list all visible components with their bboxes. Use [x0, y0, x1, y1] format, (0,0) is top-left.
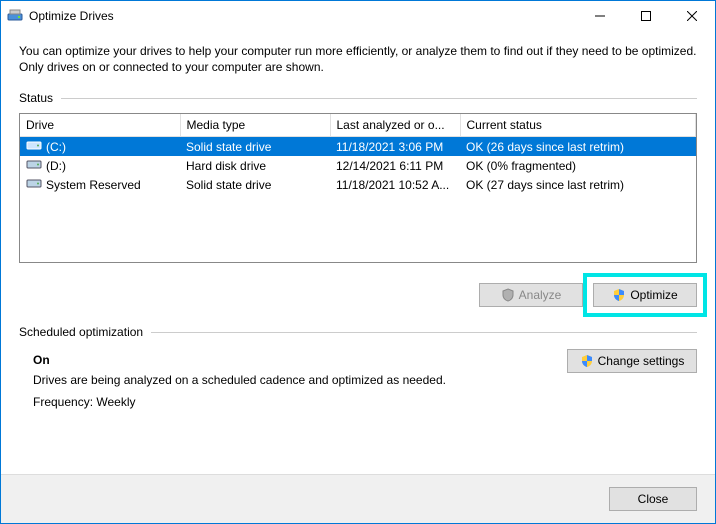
drive-status: OK (27 days since last retrim): [460, 175, 696, 194]
drive-last: 11/18/2021 10:52 A...: [330, 175, 460, 194]
action-buttons: Analyze Optimize: [19, 283, 697, 307]
shield-icon: [612, 288, 626, 302]
close-label: Close: [638, 492, 669, 506]
window-title: Optimize Drives: [29, 9, 577, 23]
drive-icon: [26, 158, 42, 173]
schedule-label: Scheduled optimization: [19, 325, 143, 339]
table-row[interactable]: (D:) Hard disk drive12/14/2021 6:11 PMOK …: [20, 156, 696, 175]
col-last[interactable]: Last analyzed or o...: [330, 114, 460, 137]
table-header-row: Drive Media type Last analyzed or o... C…: [20, 114, 696, 137]
status-section-label: Status: [19, 91, 697, 105]
shield-icon: [501, 288, 515, 302]
divider: [61, 98, 697, 99]
change-settings-label: Change settings: [598, 354, 685, 368]
optimize-drives-window: Optimize Drives You can optimize your dr…: [0, 0, 716, 524]
drive-last: 12/14/2021 6:11 PM: [330, 156, 460, 175]
drive-name: (D:): [46, 159, 66, 173]
schedule-body: Change settings On Drives are being anal…: [19, 353, 697, 409]
content-area: You can optimize your drives to help you…: [1, 31, 715, 474]
status-label: Status: [19, 91, 53, 105]
col-drive[interactable]: Drive: [20, 114, 180, 137]
drive-icon: [26, 139, 42, 154]
close-dialog-button[interactable]: Close: [609, 487, 697, 511]
drive-status: OK (26 days since last retrim): [460, 137, 696, 157]
divider: [151, 332, 697, 333]
maximize-button[interactable]: [623, 1, 669, 31]
col-status[interactable]: Current status: [460, 114, 696, 137]
bottom-bar: Close: [1, 474, 715, 523]
intro-text: You can optimize your drives to help you…: [19, 43, 697, 75]
app-icon: [7, 8, 23, 24]
window-controls: [577, 1, 715, 31]
drive-status: OK (0% fragmented): [460, 156, 696, 175]
drive-media: Hard disk drive: [180, 156, 330, 175]
analyze-label: Analyze: [519, 288, 562, 302]
drives-table[interactable]: Drive Media type Last analyzed or o... C…: [19, 113, 697, 263]
col-media[interactable]: Media type: [180, 114, 330, 137]
close-button[interactable]: [669, 1, 715, 31]
schedule-freq: Frequency: Weekly: [33, 395, 697, 409]
drive-last: 11/18/2021 3:06 PM: [330, 137, 460, 157]
minimize-button[interactable]: [577, 1, 623, 31]
optimize-button[interactable]: Optimize: [593, 283, 697, 307]
drive-media: Solid state drive: [180, 175, 330, 194]
shield-icon: [580, 354, 594, 368]
analyze-button: Analyze: [479, 283, 583, 307]
table-row[interactable]: System Reserved Solid state drive11/18/20…: [20, 175, 696, 194]
drive-name: System Reserved: [46, 178, 141, 192]
optimize-label: Optimize: [630, 288, 677, 302]
titlebar: Optimize Drives: [1, 1, 715, 31]
drive-media: Solid state drive: [180, 137, 330, 157]
schedule-section-label: Scheduled optimization: [19, 325, 697, 339]
drive-icon: [26, 177, 42, 192]
schedule-desc: Drives are being analyzed on a scheduled…: [33, 373, 697, 387]
table-row[interactable]: (C:) Solid state drive11/18/2021 3:06 PMO…: [20, 137, 696, 157]
change-settings-button[interactable]: Change settings: [567, 349, 697, 373]
drive-name: (C:): [46, 140, 66, 154]
